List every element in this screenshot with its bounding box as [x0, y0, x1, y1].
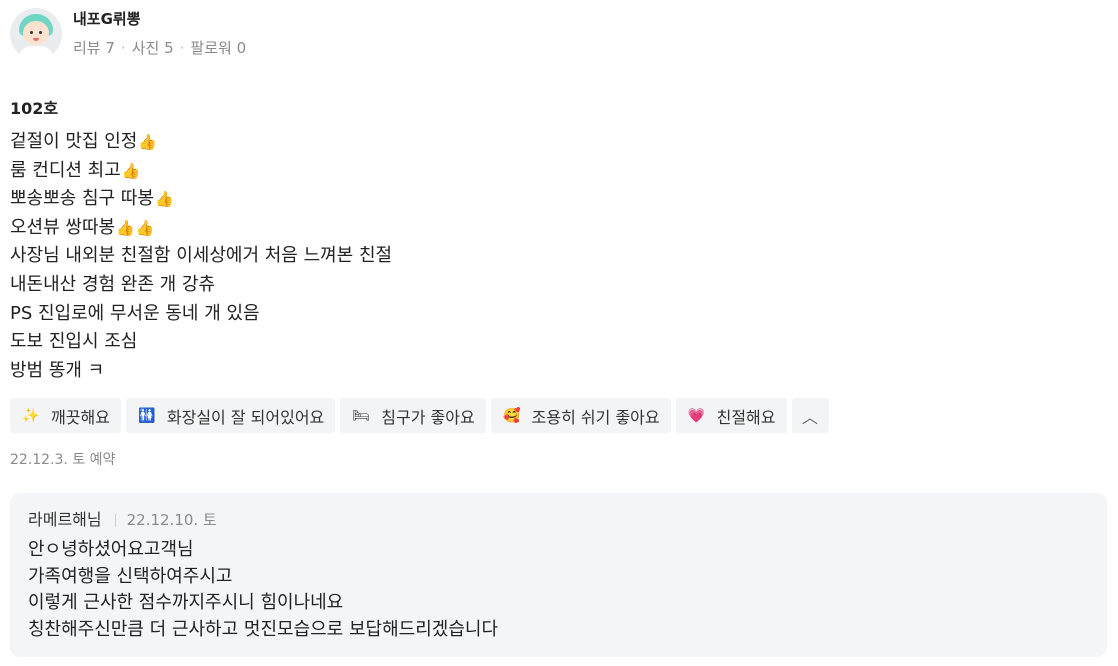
- review-line: 내돈내산 경험 완존 개 강츄: [10, 273, 216, 295]
- thumbs-up-icon: 👍: [154, 190, 174, 209]
- reviewer-profile: 내포G뤼뽕 리뷰 7 사진 5 팔로워 0: [10, 8, 246, 60]
- chevron-up-icon: ︿: [801, 407, 818, 427]
- review-line: 룸 컨디션 최고👍: [10, 159, 141, 181]
- follower-count: 팔로워 0: [174, 38, 246, 58]
- reply-line: 칭찬해주신만큼 더 근사하고 멋진모습으로 보답해드리겠습니다: [28, 618, 499, 640]
- review-line: 방범 똥개 ㅋ: [10, 359, 105, 381]
- tag-label: 깨끗해요: [51, 407, 110, 427]
- review-line: 오션뷰 쌍따봉👍👍: [10, 216, 155, 238]
- reply-author: 라메르해님: [28, 510, 102, 529]
- review-body: 겉절이 맛집 인정👍 룸 컨디션 최고👍 뽀송뽀송 침구 따봉👍 오션뷰 쌍따봉…: [10, 128, 392, 385]
- collapse-tags-button[interactable]: ︿: [791, 398, 829, 433]
- tag-clean[interactable]: ✨ 깨끗해요: [10, 398, 121, 433]
- reviewer-stats: 리뷰 7 사진 5 팔로워 0: [73, 38, 246, 58]
- room-name: 102호: [10, 99, 59, 118]
- heart-icon: 💗: [687, 407, 706, 424]
- restroom-icon: 🚻: [138, 407, 156, 424]
- thumbs-up-icon: 👍: [121, 161, 141, 180]
- tag-label: 조용히 쉬기 좋아요: [531, 407, 660, 427]
- reply-line: 안ㅇ녕하셨어요고객님: [28, 539, 194, 560]
- review-line: 도보 진입시 조심: [10, 331, 138, 353]
- keyword-tags: ✨ 깨끗해요 🚻 화장실이 잘 되어있어요 🛏 침구가 좋아요 🥰 조용히 쉬기…: [10, 398, 834, 433]
- photo-count: 사진 5: [115, 38, 174, 58]
- tag-restroom[interactable]: 🚻 화장실이 잘 되어있어요: [125, 398, 336, 433]
- reply-line: 가족여행을 신택하여주시고: [28, 565, 233, 587]
- review-line: PS 진입로에 무서운 동네 개 있음: [10, 302, 260, 324]
- tag-bedding[interactable]: 🛏 침구가 좋아요: [340, 398, 486, 433]
- visit-date: 22.12.3. 토 예약: [10, 452, 116, 468]
- reviewer-nickname[interactable]: 내포G뤼뽕: [73, 9, 246, 29]
- tag-label: 친절해요: [716, 407, 776, 427]
- thumbs-up-icon: 👍: [135, 218, 155, 237]
- tag-label: 화장실이 잘 되어있어요: [166, 407, 325, 427]
- reply-date: 22.12.10. 토: [126, 511, 217, 529]
- reply-body: 안ㅇ녕하셨어요고객님 가족여행을 신택하여주시고 이렇게 근사한 점수까지주시니…: [28, 537, 1089, 643]
- reply-line: 이렇게 근사한 점수까지주시니 힘이나네요: [28, 592, 344, 614]
- avatar[interactable]: [10, 8, 62, 60]
- smiling-face-icon: 🥰: [502, 407, 521, 424]
- review-line: 사장님 내외분 친절함 이세상에거 처음 느껴본 친절: [10, 245, 393, 267]
- thumbs-up-icon: 👍: [116, 218, 135, 237]
- divider: [114, 513, 116, 527]
- tag-label: 침구가 좋아요: [381, 407, 475, 427]
- tag-kind[interactable]: 💗 친절해요: [675, 398, 787, 433]
- sparkles-icon: ✨: [22, 407, 40, 424]
- tag-quiet[interactable]: 🥰 조용히 쉬기 좋아요: [490, 398, 671, 433]
- review-count: 리뷰 7: [73, 39, 115, 57]
- thumbs-up-icon: 👍: [138, 133, 158, 151]
- review-line: 뽀송뽀송 침구 따봉👍: [10, 188, 174, 210]
- owner-reply: 라메르해님 22.12.10. 토 안ㅇ녕하셨어요고객님 가족여행을 신택하여주…: [10, 493, 1107, 657]
- review-line: 겉절이 맛집 인정👍: [10, 131, 158, 152]
- bed-icon: 🛏: [352, 407, 371, 424]
